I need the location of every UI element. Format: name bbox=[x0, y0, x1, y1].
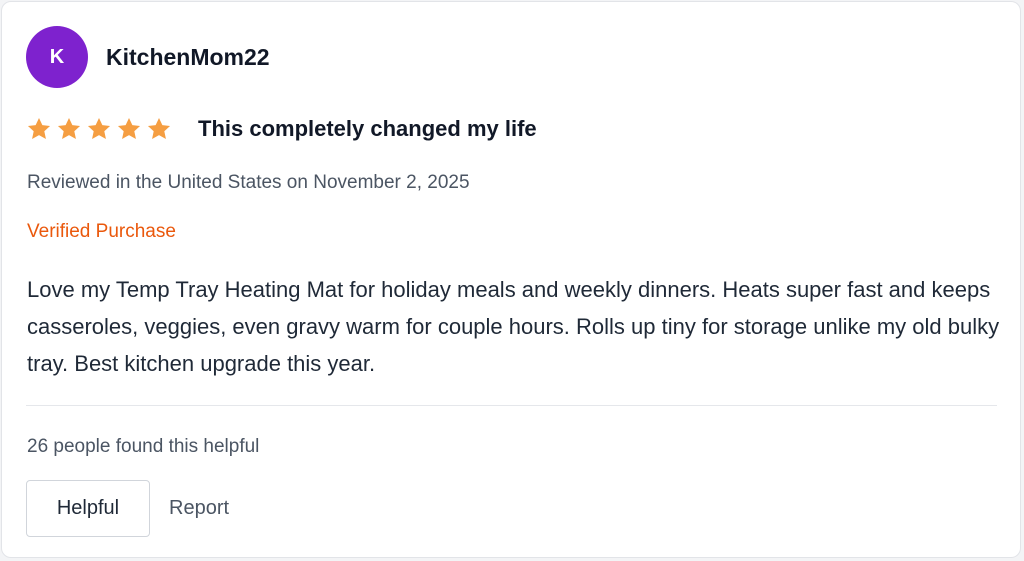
star-rating bbox=[26, 116, 176, 142]
star-icon bbox=[116, 116, 142, 142]
username: KitchenMom22 bbox=[106, 43, 270, 70]
helpful-count: 26 people found this helpful bbox=[27, 436, 260, 457]
star-icon bbox=[56, 116, 82, 142]
review-actions: Helpful Report bbox=[26, 480, 229, 537]
star-icon bbox=[146, 116, 172, 142]
review-card: K KitchenMom22 This completely changed m… bbox=[1, 1, 1021, 558]
divider bbox=[26, 405, 997, 406]
star-icon bbox=[26, 116, 52, 142]
report-link[interactable]: Report bbox=[169, 497, 229, 520]
avatar: K bbox=[26, 26, 88, 88]
review-body: Love my Temp Tray Heating Mat for holida… bbox=[27, 277, 1000, 376]
review-title: This completely changed my life bbox=[198, 116, 537, 141]
helpful-button[interactable]: Helpful bbox=[26, 480, 150, 537]
star-icon bbox=[86, 116, 112, 142]
verified-purchase-badge: Verified Purchase bbox=[27, 221, 176, 242]
review-meta: Reviewed in the United States on Novembe… bbox=[27, 172, 470, 193]
rating-row: This completely changed my life bbox=[26, 116, 537, 142]
review-header: K KitchenMom22 bbox=[26, 26, 270, 88]
